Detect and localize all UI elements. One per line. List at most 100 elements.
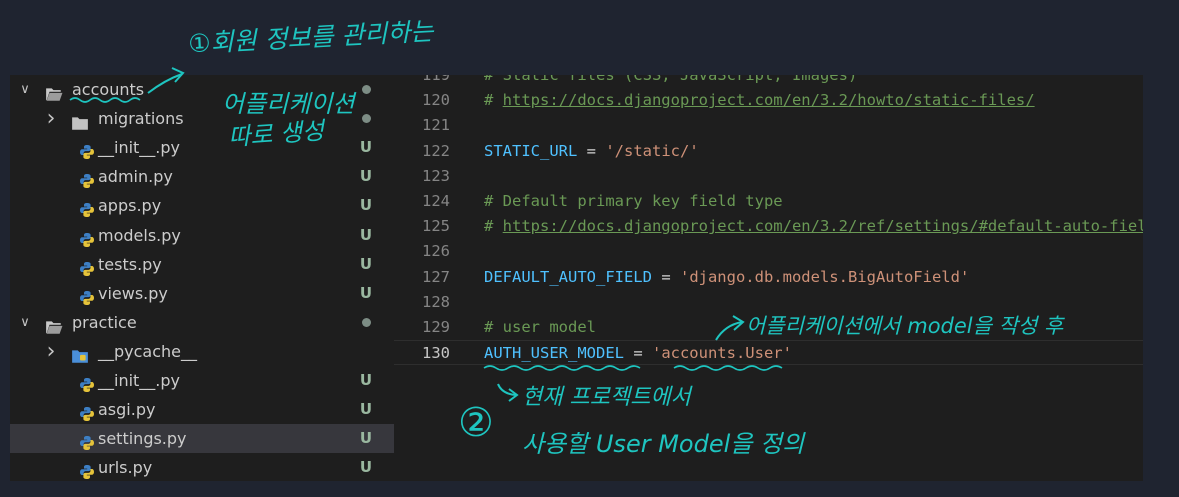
git-status-badge: U <box>359 196 372 215</box>
git-status-badge: U <box>359 254 372 273</box>
annotation-note-1-line-3: 따로 생성 <box>227 116 325 152</box>
code-line-126[interactable]: 126 <box>394 239 1143 264</box>
python-file-icon <box>78 373 96 392</box>
tree-file-settingspy[interactable]: settings.py U <box>10 424 394 454</box>
annotation-note-2: 어플리케이션에서 model을 작성 후 <box>746 314 1064 338</box>
line-number: 127 <box>422 267 450 286</box>
git-modified-dot <box>362 85 371 94</box>
chevron-down-icon[interactable]: ∨ <box>18 75 32 104</box>
folder-open-icon <box>45 82 63 101</box>
file-explorer: ∨ accounts › migrations __init__.py Uadmin.py… <box>10 75 394 481</box>
code-link[interactable]: https://docs.djangoproject.com/en/3.2/ho… <box>503 91 1035 109</box>
tree-folder-practice[interactable]: ∨ practice <box>10 308 394 337</box>
tree-item-label: apps.py <box>98 196 162 216</box>
code-token-var: STATIC_URL <box>484 141 578 160</box>
code-token-op: = <box>651 267 680 286</box>
folder-icon <box>71 111 89 130</box>
folder-icon <box>71 344 89 363</box>
code-line-123[interactable]: 123 <box>394 164 1143 189</box>
tree-file-appspy[interactable]: apps.py U <box>10 191 394 220</box>
code-content: # https://docs.djangoproject.com/en/3.2/… <box>484 214 1143 239</box>
code-content: # Default primary key field type <box>484 189 783 214</box>
code-content: # user model <box>484 315 596 340</box>
line-number: 126 <box>422 242 450 261</box>
git-status-badge: U <box>359 283 372 302</box>
tree-item-label: __init__.py <box>98 138 181 158</box>
code-line-124[interactable]: 124 # Default primary key field type <box>394 189 1143 214</box>
python-file-icon <box>78 402 96 422</box>
python-file-icon <box>78 460 96 480</box>
tree-item-label: practice <box>72 312 137 332</box>
git-status-badge: U <box>359 138 372 157</box>
chevron-down-icon[interactable]: ∨ <box>18 308 32 337</box>
python-file-icon <box>78 431 96 451</box>
python-file-icon <box>78 198 96 218</box>
tree-file-testspy[interactable]: tests.py U <box>10 250 394 279</box>
code-token-op: = <box>623 344 652 363</box>
code-token-comment: # <box>484 91 503 110</box>
code-line-125[interactable]: 125 # https://docs.djangoproject.com/en/3… <box>394 214 1143 239</box>
code-line-119[interactable]: 119 # Static files (CSS, JavaScript, Imag… <box>394 75 1143 88</box>
chevron-right-icon[interactable]: › <box>44 337 58 366</box>
code-token-comment: # user model <box>484 318 596 336</box>
annotation-note-1-line-1: ①회원 정보를 관리하는 <box>187 16 434 59</box>
code-token-comment: # Static files (CSS, JavaScript, Images) <box>484 75 858 84</box>
tree-item-label: __init__.py <box>98 371 181 390</box>
tree-folder-pycache[interactable]: › __pycache__ <box>10 337 394 366</box>
annotation-note-3-line-2: 사용할 User Model을 정의 <box>522 430 805 458</box>
python-file-icon <box>78 257 96 276</box>
code-token-comment: # <box>484 217 503 236</box>
line-number: 123 <box>422 166 450 185</box>
line-number: 122 <box>422 141 450 160</box>
git-status-badge: U <box>359 167 372 186</box>
code-token-comment: # Default primary key field type <box>484 192 783 210</box>
code-line-120[interactable]: 120 # https://docs.djangoproject.com/en/3… <box>394 88 1143 113</box>
code-content: # https://docs.djangoproject.com/en/3.2/… <box>484 88 1035 113</box>
tree-item-label: admin.py <box>98 167 173 187</box>
line-number: 130 <box>422 344 450 363</box>
line-number: 129 <box>422 318 450 336</box>
code-content: DEFAULT_AUTO_FIELD = 'django.db.models.B… <box>484 265 969 290</box>
code-line-127[interactable]: 127 DEFAULT_AUTO_FIELD = 'django.db.model… <box>394 265 1143 290</box>
code-content: STATIC_URL = '/static/' <box>484 139 699 164</box>
tree-item-label: tests.py <box>98 254 162 274</box>
git-status-badge: U <box>359 400 372 419</box>
code-token-str: 'accounts.User' <box>651 344 792 363</box>
tree-item-label: settings.py <box>98 429 187 449</box>
code-token-str: '/static/' <box>605 141 699 160</box>
code-link[interactable]: https://docs.djangoproject.com/en/3.2/re… <box>503 217 1143 235</box>
tree-file-adminpy[interactable]: admin.py U <box>10 162 394 191</box>
python-file-icon <box>78 169 96 189</box>
code-line-122[interactable]: 122 STATIC_URL = '/static/' <box>394 139 1143 164</box>
code-content: AUTH_USER_MODEL = 'accounts.User' <box>484 341 792 366</box>
python-file-icon <box>78 228 96 247</box>
tree-item-label: models.py <box>98 225 181 245</box>
code-token-var: DEFAULT_AUTO_FIELD <box>484 267 652 286</box>
line-number: 124 <box>422 192 450 210</box>
code-token-var: AUTH_USER_MODEL <box>484 344 624 363</box>
tree-file-initpy[interactable]: __init__.py U <box>10 133 394 162</box>
tree-file-urlspy[interactable]: urls.py U <box>10 453 394 481</box>
git-modified-dot <box>362 114 371 124</box>
git-status-badge: U <box>359 458 372 477</box>
code-token-op: = <box>577 141 606 160</box>
line-number: 128 <box>422 292 450 311</box>
code-line-121[interactable]: 121 <box>394 113 1143 138</box>
code-line-130[interactable]: 130 AUTH_USER_MODEL = 'accounts.User' <box>394 340 1143 366</box>
git-modified-dot <box>362 317 371 327</box>
tree-item-label: urls.py <box>98 458 153 478</box>
line-number: 125 <box>422 217 450 236</box>
tree-file-modelspy[interactable]: models.py U <box>10 221 394 250</box>
annotation-note-3-line-1: 현재 프로젝트에서 <box>522 385 691 410</box>
tree-file-asgipy[interactable]: asgi.py U <box>10 395 394 424</box>
line-number: 119 <box>422 75 450 84</box>
tree-item-label: views.py <box>98 283 168 303</box>
line-number: 120 <box>422 91 450 110</box>
tree-file-viewspy[interactable]: views.py U <box>10 279 394 308</box>
code-content: # Static files (CSS, JavaScript, Images) <box>484 75 857 88</box>
folder-open-icon <box>45 315 63 334</box>
chevron-right-icon[interactable]: › <box>44 104 58 133</box>
tree-item-label: accounts <box>72 80 145 99</box>
code-editor[interactable]: 119 # Static files (CSS, JavaScript, Imag… <box>394 75 1143 481</box>
tree-file-initpy[interactable]: __init__.py U <box>10 366 394 395</box>
